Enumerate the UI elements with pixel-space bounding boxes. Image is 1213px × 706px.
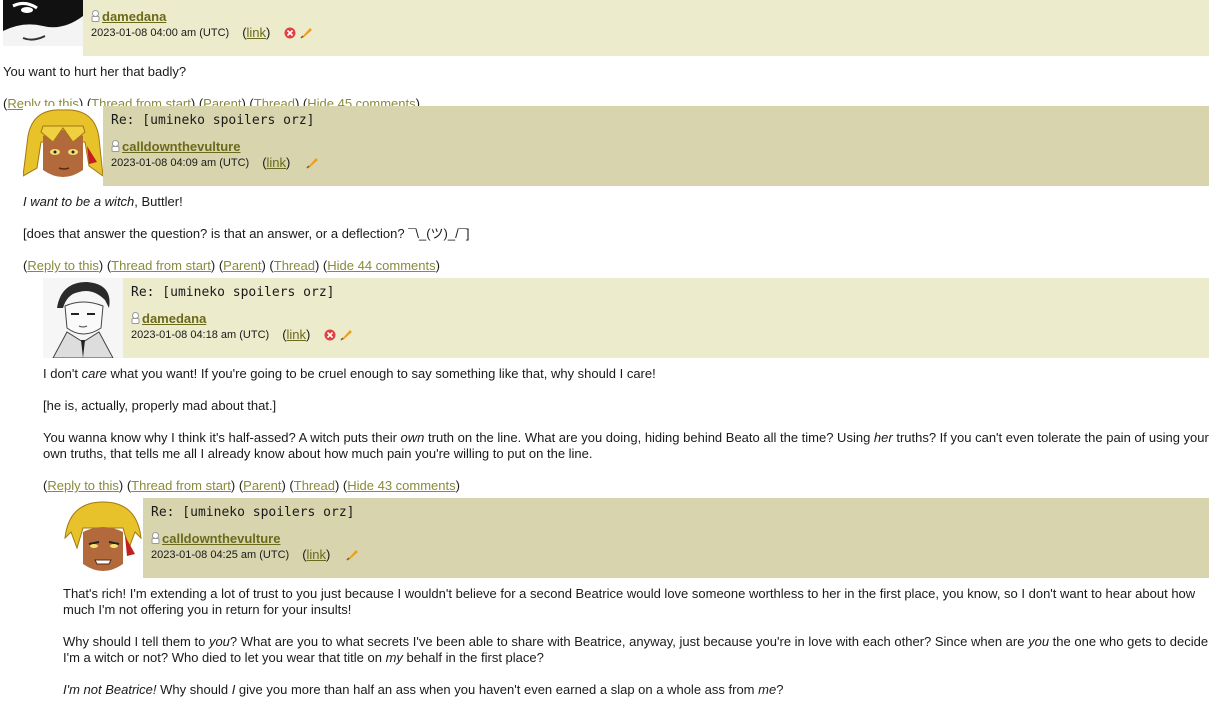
comment-paragraph: Why should I tell them to you? What are … [63,634,1209,666]
parent-link[interactable]: Parent [223,258,261,273]
delete-icon[interactable] [324,329,336,341]
permalink[interactable]: link [287,327,307,342]
comment-subject: Re: [umineko spoilers orz] [111,113,315,128]
italic-text: you [1028,634,1050,649]
username-link[interactable]: calldownthevulture [162,531,280,546]
thread-link[interactable]: Thread [274,258,315,273]
hide-comments-link[interactable]: Hide 43 comments [347,478,455,493]
text-span: ? What are you to what secrets I've been… [229,634,1029,649]
comment-meta: 2023-01-08 04:25 am (UTC) (link) [151,547,1209,562]
thread-from-start-link[interactable]: Thread from start [111,258,211,273]
track-icon[interactable] [340,328,353,341]
timestamp: 2023-01-08 04:18 am (UTC) [131,328,270,341]
italic-text: own [400,430,425,445]
timestamp: 2023-01-08 04:09 am (UTC) [111,156,250,169]
poster: damedana [131,310,1209,326]
italic-text: I want to be a witch [23,194,135,209]
parent-link[interactable]: Parent [243,478,281,493]
permalink[interactable]: link [267,155,287,170]
poster: damedana [91,8,1209,24]
username-link[interactable]: damedana [142,311,206,326]
comment-header-box: damedana 2023-01-08 04:00 am (UTC) (link… [83,0,1209,56]
comment-subject [91,0,1209,1]
track-icon[interactable] [346,548,359,561]
thread-from-start-link[interactable]: Thread from start [131,478,231,493]
comment-meta: 2023-01-08 04:18 am (UTC) (link) [131,327,1209,342]
track-icon[interactable] [300,26,313,39]
comment-body: You want to hurt her that badly? (Reply … [3,56,1209,112]
hide-comments-link[interactable]: Hide 44 comments [327,258,435,273]
italic-text: care [81,366,107,381]
comment-body: I don't care what you want! If you're go… [43,358,1209,494]
permalink[interactable]: link [307,547,327,562]
permalink[interactable]: link [247,25,267,40]
comment-calldownthevulture-0409: Re: [umineko spoilers orz] calldownthevu… [23,106,1209,274]
comment-header: Re: [umineko spoilers orz] calldownthevu… [23,106,1209,186]
text-span: I don't [43,366,82,381]
comment-paragraph: I'm not Beatrice! Why should I give you … [63,682,1209,698]
comment-damedana-0400: damedana 2023-01-08 04:00 am (UTC) (link… [3,0,1209,112]
comment-meta: 2023-01-08 04:00 am (UTC) (link) [91,25,1209,40]
reply-link[interactable]: Reply to this [27,258,99,273]
comment-meta: 2023-01-08 04:09 am (UTC) (link) [111,155,1209,170]
comment-header: Re: [umineko spoilers orz] calldownthevu… [63,498,1209,578]
text-span: truth on the line. What are you doing, h… [424,430,874,445]
avatar[interactable] [3,0,83,56]
username-link[interactable]: damedana [102,9,166,24]
poster: calldownthevulture [111,138,1209,154]
italic-text: my [385,650,403,665]
comment-subject: Re: [umineko spoilers orz] [151,505,355,520]
avatar[interactable] [23,106,103,186]
comment-calldownthevulture-0425: Re: [umineko spoilers orz] calldownthevu… [63,498,1209,706]
poster: calldownthevulture [151,530,1209,546]
comment-paragraph: I don't care what you want! If you're go… [43,366,1209,382]
delete-icon[interactable] [284,27,296,39]
comment-damedana-0418: Re: [umineko spoilers orz] damedana 2023… [43,278,1209,494]
comment-paragraph: I want to be a witch, Buttler! [23,194,183,209]
thread-link[interactable]: Thread [294,478,335,493]
text-span: behalf in the first place? [402,650,544,665]
text-span: what you want! If you're going to be cru… [106,366,656,381]
comment-body: That's rich! I'm extending a lot of trus… [63,578,1209,698]
avatar[interactable] [43,278,123,358]
comment-subject: Re: [umineko spoilers orz] [131,285,335,300]
username-link[interactable]: calldownthevulture [122,139,240,154]
comment-text: [he is, actually, properly mad about tha… [43,398,277,413]
timestamp: 2023-01-08 04:00 am (UTC) [91,26,230,39]
user-icon [151,532,160,544]
comment-paragraph: You wanna know why I think it's half-ass… [43,430,1209,462]
track-icon[interactable] [306,156,319,169]
user-icon [131,312,140,324]
comment-header-box: Re: [umineko spoilers orz] damedana 2023… [123,278,1209,358]
text-span: You wanna know why I think it's half-ass… [43,430,401,445]
user-icon [111,140,120,152]
comment-text: You want to hurt her that badly? [3,64,187,79]
comment-header: damedana 2023-01-08 04:00 am (UTC) (link… [3,0,1209,56]
comment-header-box: Re: [umineko spoilers orz] calldownthevu… [103,106,1209,186]
avatar[interactable] [63,498,143,578]
comment-text: Buttler! [141,194,183,209]
comment-header-box: Re: [umineko spoilers orz] calldownthevu… [143,498,1209,578]
italic-text: you [208,634,230,649]
user-icon [91,10,100,22]
comment-text: [does that answer the question? is that … [23,226,470,241]
comment-actions: (Reply to this) (Thread from start) (Par… [43,478,460,493]
timestamp: 2023-01-08 04:25 am (UTC) [151,548,290,561]
text-span: Why should I tell them to [63,634,209,649]
reply-link[interactable]: Reply to this [47,478,119,493]
comment-text: That's rich! I'm extending a lot of trus… [63,586,1196,617]
comment-actions: (Reply to this) (Thread from start) (Par… [23,258,440,273]
comment-body: I want to be a witch, Buttler! [does tha… [23,186,1209,274]
comment-header: Re: [umineko spoilers orz] damedana 2023… [43,278,1209,358]
italic-text: her [873,430,893,445]
